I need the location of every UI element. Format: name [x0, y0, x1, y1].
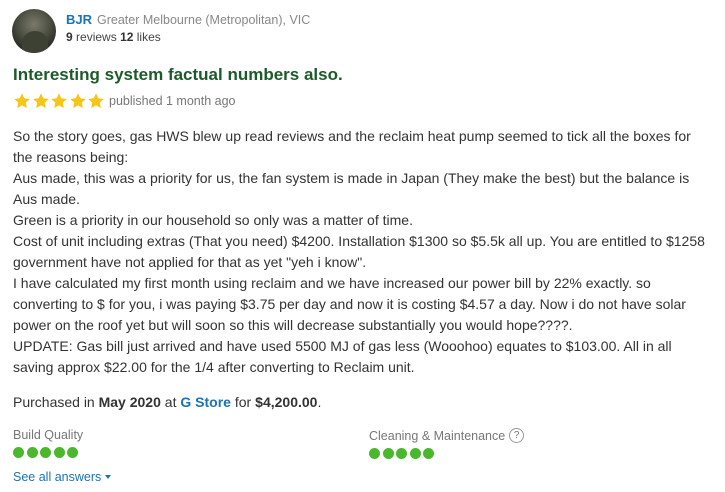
star-icon: [87, 92, 105, 110]
rating-dots: [369, 448, 524, 459]
purchase-prefix: Purchased in: [13, 394, 95, 410]
rating-dot: [53, 447, 65, 458]
review-paragraph: So the story goes, gas HWS blew up read …: [13, 128, 691, 165]
reviewer-stats: 9 reviews 12 likes: [66, 30, 161, 44]
purchase-at: at: [164, 394, 177, 410]
purchase-info: Purchased in May 2020 at G Store for $4,2…: [13, 394, 321, 410]
rating-label: Build Quality: [13, 428, 84, 442]
reviews-label: reviews: [76, 30, 117, 44]
rating-dot: [409, 448, 421, 459]
review-paragraph: Aus made, this was a priority for us, th…: [13, 170, 690, 207]
review-paragraph: Green is a priority in our household so …: [13, 212, 413, 228]
review-paragraph: I have calculated my first month using r…: [13, 275, 686, 333]
rating-dot: [369, 448, 380, 459]
rating-dot: [396, 448, 407, 459]
star-icon: [13, 92, 31, 110]
rating-label: Cleaning & Maintenance: [369, 428, 506, 443]
purchase-suffix: .: [317, 394, 322, 410]
see-all-answers-link[interactable]: See all answers: [13, 470, 112, 484]
store-link[interactable]: G Store: [180, 394, 231, 410]
review-body: So the story goes, gas HWS blew up read …: [13, 126, 708, 378]
purchase-price: $4,200.00: [255, 394, 318, 410]
rating-build-quality: Build Quality: [13, 428, 83, 458]
review-paragraph: Cost of unit including extras (That you …: [13, 233, 705, 270]
star-rating: [13, 92, 106, 112]
reviews-count: 9: [66, 30, 73, 44]
rating-dots: [13, 447, 83, 458]
avatar[interactable]: [12, 9, 56, 53]
purchase-date: May 2020: [98, 394, 161, 410]
rating-dot: [423, 448, 434, 459]
review-title: Interesting system factual numbers also.: [13, 65, 343, 84]
rating-dot: [13, 447, 24, 458]
star-icon: [32, 92, 50, 110]
likes-label: likes: [136, 30, 161, 44]
purchase-for: for: [234, 394, 252, 410]
rating-cleaning-maintenance: Cleaning & Maintenance ?: [369, 428, 525, 459]
likes-count: 12: [120, 30, 134, 44]
rating-dot: [40, 447, 51, 458]
star-icon: [69, 92, 87, 110]
review-card: BJR Greater Melbourne (Metropolitan), VI…: [0, 0, 725, 492]
reviewer-name-link[interactable]: BJR: [66, 12, 92, 27]
rating-dot: [26, 447, 38, 458]
published-date: published 1 month ago: [109, 94, 236, 108]
see-all-label: See all answers: [13, 470, 102, 484]
caret-down-icon: [105, 475, 112, 479]
rating-dot: [382, 448, 394, 459]
star-icon: [50, 92, 68, 110]
reviewer-location: Greater Melbourne (Metropolitan), VIC: [97, 13, 311, 27]
help-icon[interactable]: ?: [509, 428, 525, 443]
rating-dot: [67, 447, 78, 458]
review-paragraph: UPDATE: Gas bill just arrived and have u…: [13, 338, 672, 375]
